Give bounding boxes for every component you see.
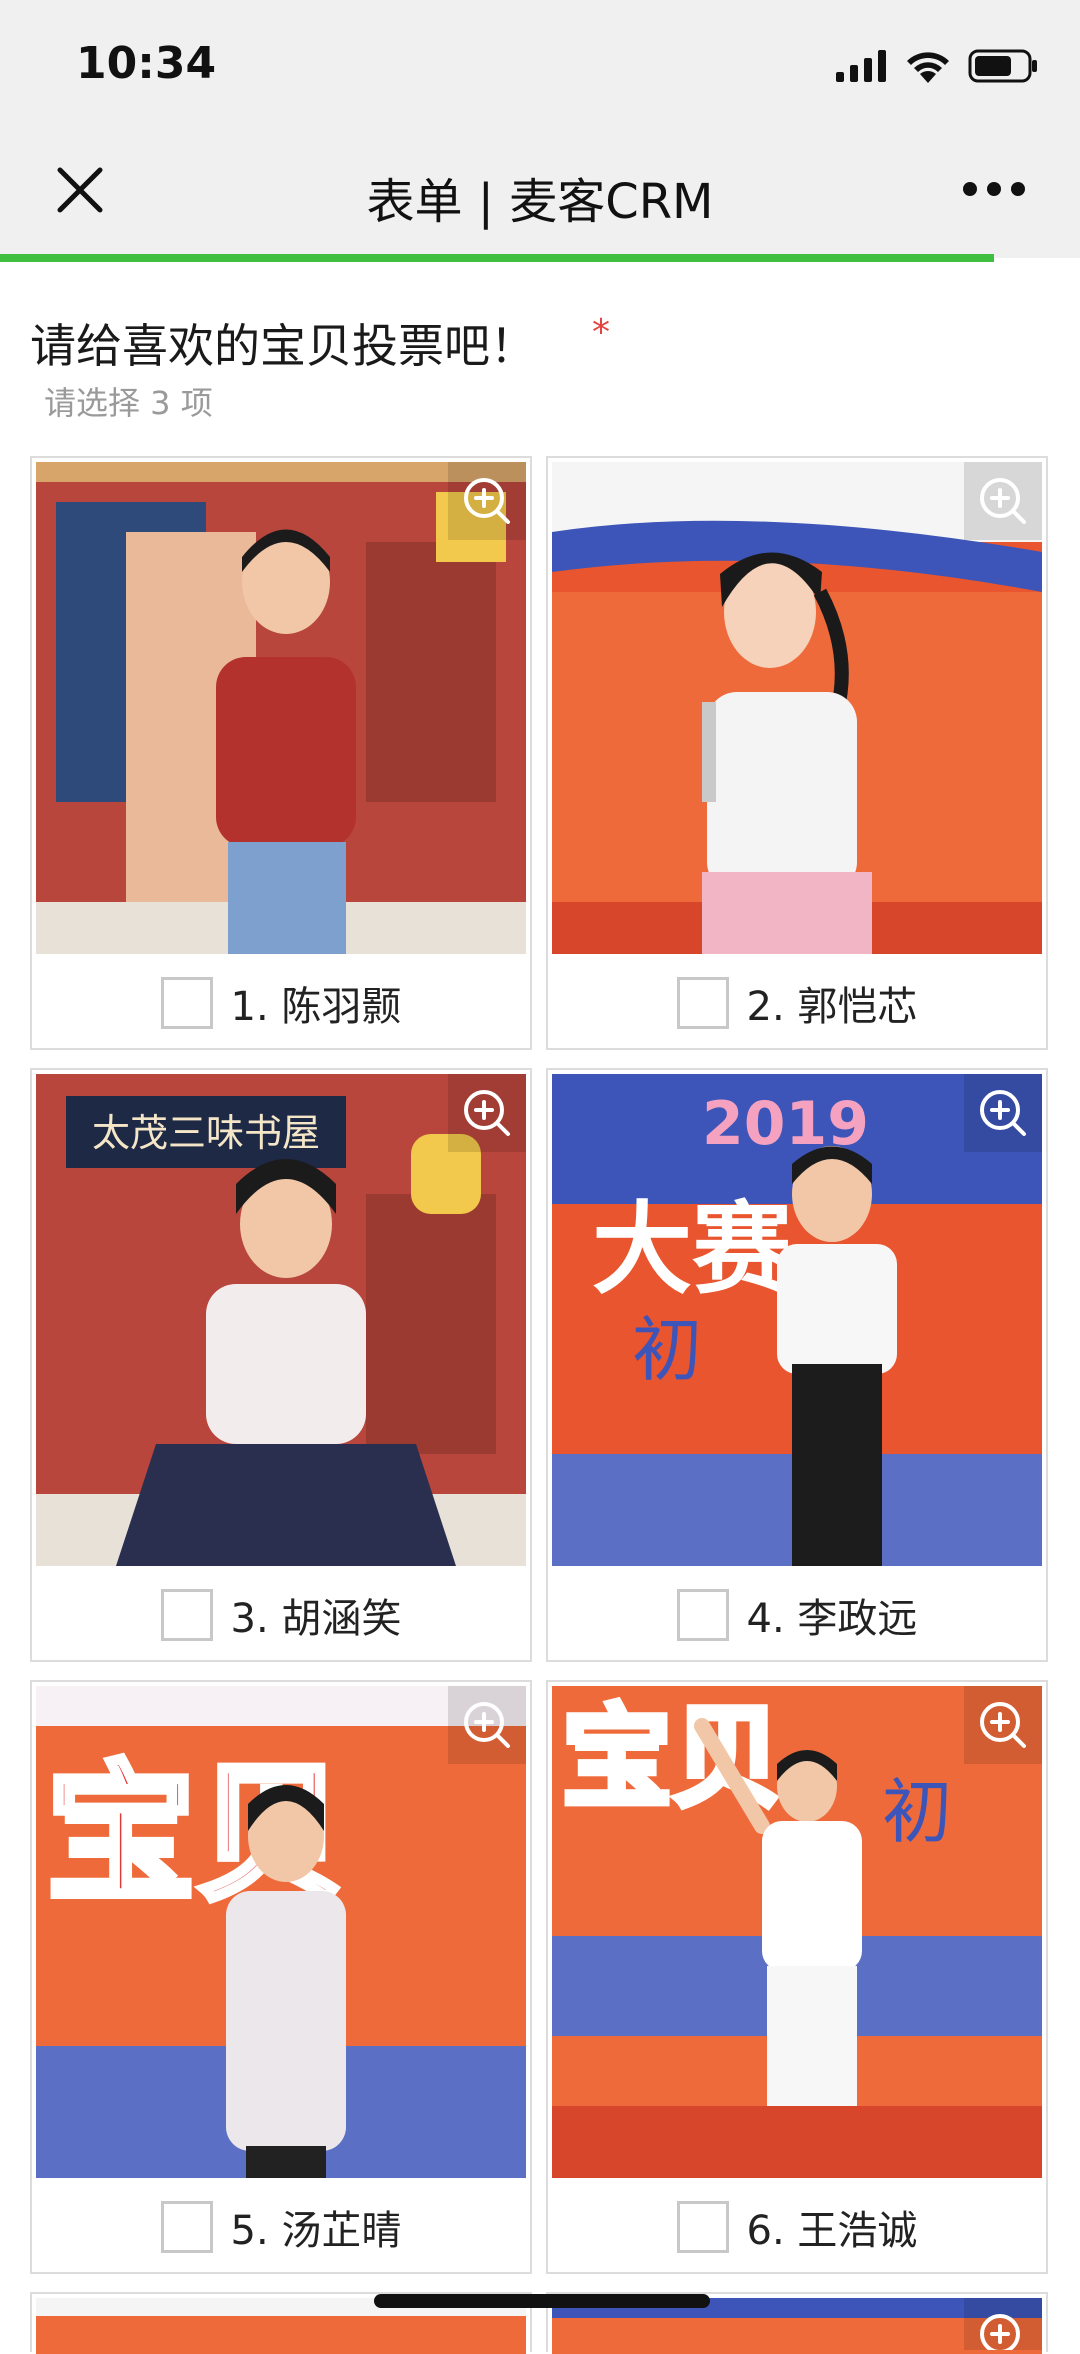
option-card[interactable]: 宝贝 5. 汤芷晴 xyxy=(30,1680,532,2274)
event-banner: 大赛 xyxy=(592,1191,793,1308)
option-card[interactable]: 宝贝 初 6. 王浩诚 xyxy=(546,1680,1048,2274)
status-bar: 10:34 xyxy=(0,0,1080,140)
wifi-icon xyxy=(907,52,949,83)
zoom-in-icon[interactable] xyxy=(448,1074,526,1152)
option-label: 2. 郭恺芯 xyxy=(746,984,918,1030)
more-icon[interactable] xyxy=(962,178,1026,200)
option-row[interactable]: 1. 陈羽颢 xyxy=(32,958,530,1048)
option-row[interactable]: 4. 李政远 xyxy=(548,1570,1046,1660)
zoom-in-icon[interactable] xyxy=(448,1686,526,1764)
zoom-in-icon[interactable] xyxy=(964,1074,1042,1152)
option-checkbox[interactable] xyxy=(160,1589,213,1641)
required-mark: * xyxy=(592,312,610,353)
option-checkbox[interactable] xyxy=(160,2201,213,2253)
option-label: 1. 陈羽颢 xyxy=(230,984,402,1030)
zoom-in-icon[interactable] xyxy=(964,2298,1042,2350)
zoom-in-icon[interactable] xyxy=(964,462,1042,540)
status-time: 10:34 xyxy=(76,38,217,89)
event-banner-sub: 初 xyxy=(882,1771,952,1853)
option-label: 4. 李政远 xyxy=(746,1596,918,1642)
option-checkbox[interactable] xyxy=(676,1589,729,1641)
option-row[interactable]: 3. 胡涵笑 xyxy=(32,1570,530,1660)
zoom-in-icon[interactable] xyxy=(964,1686,1042,1764)
option-label: 3. 胡涵笑 xyxy=(230,1596,402,1642)
zoom-in-icon[interactable] xyxy=(448,462,526,540)
option-card[interactable]: 2. 郭恺芯 xyxy=(546,456,1048,1050)
status-icons xyxy=(836,44,1038,88)
selection-hint: 请选择 3 项 xyxy=(44,384,213,422)
signal-icon xyxy=(836,50,886,82)
option-card[interactable]: 2019 大赛 初 4. 李政远 xyxy=(546,1068,1048,1662)
option-checkbox[interactable] xyxy=(676,2201,729,2253)
page-title: 表单 | 麦客CRM xyxy=(366,174,714,230)
option-card[interactable]: 太茂三味书屋 3. 胡涵笑 xyxy=(30,1068,532,1662)
option-label: 5. 汤芷晴 xyxy=(230,2208,402,2254)
battery-icon xyxy=(968,49,1037,83)
nav-bar: 表单 | 麦客CRM xyxy=(0,140,1080,258)
option-row[interactable]: 5. 汤芷晴 xyxy=(32,2182,530,2272)
option-label: 6. 王浩诚 xyxy=(746,2208,918,2254)
question-title: 请给喜欢的宝贝投票吧！ xyxy=(30,319,536,373)
home-indicator[interactable] xyxy=(374,2294,710,2308)
option-card[interactable]: 1. 陈羽颢 xyxy=(30,456,532,1050)
option-row[interactable]: 6. 王浩诚 xyxy=(548,2182,1046,2272)
option-checkbox[interactable] xyxy=(676,977,729,1029)
event-banner-sub: 初 xyxy=(632,1309,702,1391)
shop-sign: 太茂三味书屋 xyxy=(92,1111,320,1155)
loading-progress-bar xyxy=(0,254,994,262)
option-checkbox[interactable] xyxy=(160,977,213,1029)
option-row[interactable]: 2. 郭恺芯 xyxy=(548,958,1046,1048)
